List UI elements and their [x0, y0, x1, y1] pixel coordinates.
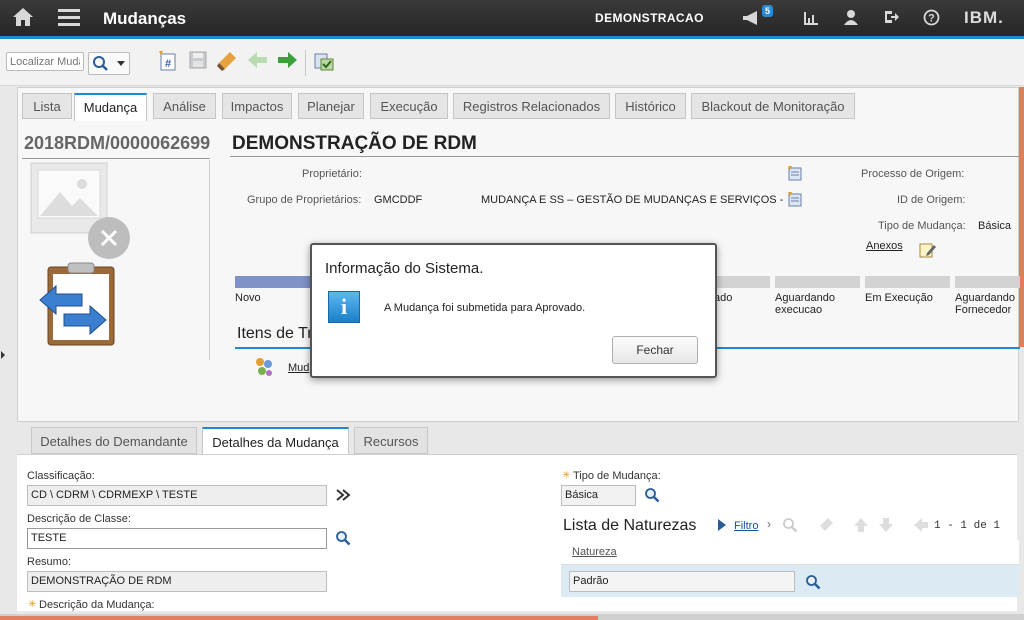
svg-text:?: ? — [928, 13, 935, 25]
filter-arrow-icon[interactable] — [717, 518, 727, 535]
change-clipboard-icon — [38, 262, 118, 351]
stage-bar-novo — [235, 276, 321, 288]
classification-label: Classificação: — [27, 470, 95, 482]
tab-detalhes-demandante[interactable]: Detalhes do Demandante — [31, 427, 197, 454]
home-icon[interactable] — [10, 7, 36, 32]
change-type-field-label: Tipo de Mudança: — [573, 470, 661, 482]
filter-chevron-icon[interactable]: › — [767, 517, 771, 531]
tab-detalhes-mudanca[interactable]: Detalhes da Mudança — [202, 427, 349, 454]
record-id-underline — [22, 158, 210, 159]
tab-analise[interactable]: Análise — [153, 93, 216, 119]
table-search-icon[interactable] — [782, 517, 798, 536]
stage-label-novo: Novo — [235, 292, 261, 304]
class-description-field[interactable]: TESTE — [27, 528, 327, 549]
new-record-icon[interactable]: # — [156, 50, 180, 74]
ibm-logo: IBM. — [964, 8, 1004, 27]
help-icon[interactable]: ? — [923, 9, 940, 29]
move-up-icon[interactable] — [853, 517, 869, 536]
tab-lista[interactable]: Lista — [22, 93, 72, 119]
work-item-link[interactable]: Mud — [288, 362, 309, 374]
tab-mudanca[interactable]: Mudança — [74, 93, 147, 121]
table-clear-icon[interactable] — [818, 517, 834, 536]
filter-link[interactable]: Filtro — [734, 520, 758, 532]
left-collapse-arrow-icon[interactable] — [0, 348, 6, 362]
tab-planejar[interactable]: Planejar — [298, 93, 364, 119]
app-title: Mudanças — [103, 9, 187, 28]
svg-text:#: # — [165, 58, 171, 70]
search-input[interactable] — [6, 52, 84, 71]
owner-group-lookup-icon[interactable] — [787, 191, 805, 211]
required-marker-icon: ✳ — [562, 470, 571, 481]
origin-process-label: Processo de Origem: — [861, 168, 965, 180]
change-type-label: Tipo de Mudança: — [878, 220, 966, 232]
stage-bar-aguardando-fornecedor — [955, 276, 1020, 288]
stage-bar-em-execucao — [865, 276, 950, 288]
owner-group-label: Grupo de Proprietários: — [247, 194, 362, 206]
logout-icon[interactable] — [883, 9, 899, 28]
dialog-title: Informação do Sistema. — [325, 260, 484, 277]
stage-label-aguardando-execucao: Aguardando execucao — [775, 292, 835, 316]
class-description-label: Descrição de Classe: — [27, 513, 131, 525]
classification-field[interactable]: CD \ CDRM \ CDRMEXP \ TESTE — [27, 485, 327, 506]
toolbar — [0, 39, 1024, 86]
notification-badge: 5 — [762, 5, 774, 17]
summary-field[interactable]: DEMONSTRAÇÃO DE RDM — [27, 571, 327, 592]
natureza-search-icon[interactable] — [805, 574, 821, 593]
record-title-underline — [230, 156, 1020, 157]
required-marker-icon: ✳ — [28, 599, 37, 610]
record-id: 2018RDM/0000062699 — [24, 133, 211, 153]
pagination-text: 1 - 1 de 1 — [934, 520, 1001, 532]
clear-changes-icon[interactable] — [215, 50, 239, 74]
environment-label: DEMONSTRACAO — [595, 11, 704, 25]
move-down-icon[interactable] — [878, 517, 894, 536]
tab-blackout-monitoracao[interactable]: Blackout de Monitoração — [691, 93, 855, 119]
next-arrow-icon[interactable] — [275, 50, 299, 74]
summary-label: Resumo: — [27, 556, 72, 568]
image-column-divider — [209, 160, 210, 360]
owner-group-value: GMCDDF — [374, 194, 423, 206]
tab-execucao[interactable]: Execução — [370, 93, 448, 119]
classification-detail-icon[interactable] — [335, 487, 351, 506]
horizontal-scrollbar-thumb[interactable] — [0, 616, 598, 620]
change-type-search-icon[interactable] — [644, 487, 660, 506]
close-dialog-button[interactable]: Fechar — [612, 336, 698, 364]
megaphone-icon[interactable] — [742, 9, 762, 30]
natureza-column-header[interactable]: Natureza — [572, 546, 617, 558]
dialog-message: A Mudança foi submetida para Aprovado. — [384, 302, 586, 314]
tab-impactos[interactable]: Impactos — [222, 93, 292, 119]
owner-lookup-icon[interactable] — [787, 165, 805, 185]
attachments-link[interactable]: Anexos — [866, 240, 903, 252]
tab-historico[interactable]: Histórico — [615, 93, 686, 119]
record-title: DEMONSTRAÇÃO DE RDM — [232, 133, 477, 154]
change-type-value: Básica — [978, 220, 1012, 232]
origin-id-label: ID de Origem: — [897, 194, 966, 206]
class-description-search-icon[interactable] — [335, 530, 351, 549]
stage-bar-aguardando-execucao — [775, 276, 860, 288]
people-icon — [253, 356, 275, 381]
tab-recursos[interactable]: Recursos — [354, 427, 428, 454]
save-icon[interactable] — [186, 50, 210, 74]
attachments-edit-icon[interactable] — [919, 241, 937, 262]
info-icon: i — [328, 291, 360, 323]
change-type-field[interactable]: Básica — [561, 485, 636, 506]
work-items-heading: Itens de Tr — [237, 325, 313, 342]
change-description-label: Descrição da Mudança: — [39, 599, 155, 611]
search-options-button[interactable] — [88, 52, 130, 75]
reports-icon[interactable] — [803, 10, 819, 29]
toolbar-divider — [305, 50, 306, 76]
user-icon[interactable] — [843, 9, 859, 28]
tab-registros-relacionados[interactable]: Registros Relacionados — [453, 93, 610, 119]
natures-heading: Lista de Naturezas — [563, 517, 697, 534]
delete-image-icon[interactable] — [87, 216, 131, 263]
owner-group-description: MUDANÇA E SS – GESTÃO DE MUDANÇAS E SERV… — [481, 194, 784, 206]
previous-arrow-icon[interactable] — [246, 50, 270, 74]
stage-label-em-execucao: Em Execução — [865, 292, 933, 304]
natures-table-header — [561, 540, 1019, 565]
owner-label: Proprietário: — [302, 168, 362, 180]
menu-icon[interactable] — [58, 8, 80, 29]
workflow-icon[interactable] — [312, 50, 336, 74]
natureza-row-field[interactable]: Padrão — [569, 571, 795, 592]
previous-page-icon[interactable] — [913, 517, 929, 536]
stage-label-aguardando-fornecedor: Aguardando Fornecedor — [955, 292, 1015, 316]
